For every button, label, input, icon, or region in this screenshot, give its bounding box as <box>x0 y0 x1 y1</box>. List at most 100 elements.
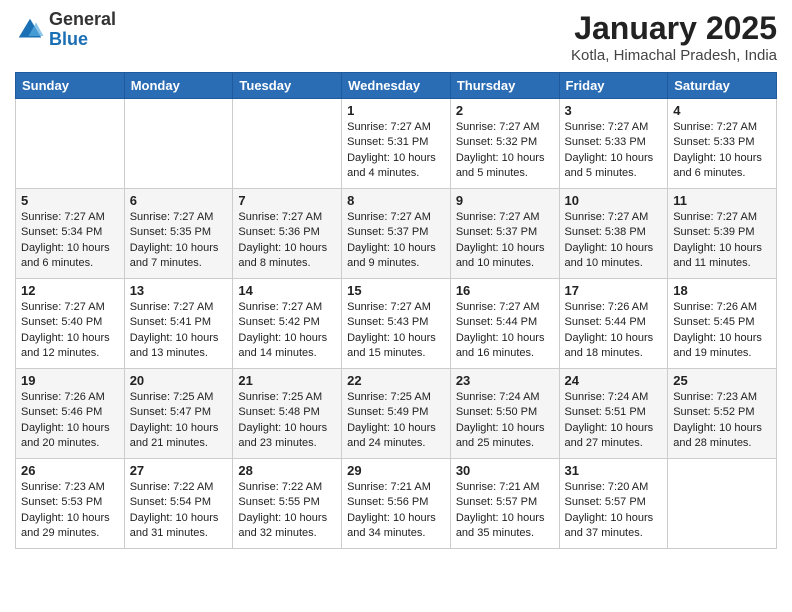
cell-line: Sunrise: 7:23 AM <box>21 480 119 495</box>
calendar-cell: 8 Sunrise: 7:27 AMSunset: 5:37 PMDaylight… <box>342 189 451 279</box>
day-number: 12 <box>21 283 119 298</box>
cell-content: Sunrise: 7:27 AMSunset: 5:37 PMDaylight:… <box>456 210 554 272</box>
day-header-saturday: Saturday <box>668 73 777 99</box>
cell-line: and 23 minutes. <box>238 436 336 451</box>
cell-content: Sunrise: 7:24 AMSunset: 5:51 PMDaylight:… <box>565 390 663 452</box>
cell-line: Daylight: 10 hours <box>565 241 663 256</box>
cell-line: Sunset: 5:50 PM <box>456 405 554 420</box>
calendar-table: SundayMondayTuesdayWednesdayThursdayFrid… <box>15 72 777 549</box>
day-number: 3 <box>565 103 663 118</box>
cell-line: Sunset: 5:32 PM <box>456 135 554 150</box>
cell-line: Sunset: 5:57 PM <box>565 495 663 510</box>
day-number: 29 <box>347 463 445 478</box>
day-header-monday: Monday <box>124 73 233 99</box>
day-number: 22 <box>347 373 445 388</box>
day-number: 25 <box>673 373 771 388</box>
cell-line: Sunset: 5:40 PM <box>21 315 119 330</box>
cell-line: and 27 minutes. <box>565 436 663 451</box>
cell-line: Daylight: 10 hours <box>347 241 445 256</box>
cell-line: and 15 minutes. <box>347 346 445 361</box>
cell-line: Sunrise: 7:24 AM <box>456 390 554 405</box>
cell-line: Daylight: 10 hours <box>565 511 663 526</box>
cell-line: Sunrise: 7:27 AM <box>238 300 336 315</box>
cell-line: and 7 minutes. <box>130 256 228 271</box>
cell-line: and 12 minutes. <box>21 346 119 361</box>
day-header-friday: Friday <box>559 73 668 99</box>
calendar-cell <box>668 459 777 549</box>
day-number: 18 <box>673 283 771 298</box>
cell-content: Sunrise: 7:27 AMSunset: 5:42 PMDaylight:… <box>238 300 336 362</box>
cell-line: and 37 minutes. <box>565 526 663 541</box>
cell-line: and 24 minutes. <box>347 436 445 451</box>
cell-line: Daylight: 10 hours <box>130 331 228 346</box>
cell-line: Sunrise: 7:27 AM <box>456 120 554 135</box>
calendar-cell: 5 Sunrise: 7:27 AMSunset: 5:34 PMDaylight… <box>16 189 125 279</box>
cell-line: Sunset: 5:48 PM <box>238 405 336 420</box>
day-number: 26 <box>21 463 119 478</box>
cell-content: Sunrise: 7:22 AMSunset: 5:54 PMDaylight:… <box>130 480 228 542</box>
cell-line: Sunset: 5:45 PM <box>673 315 771 330</box>
cell-line: Sunrise: 7:27 AM <box>130 300 228 315</box>
cell-line: and 4 minutes. <box>347 166 445 181</box>
cell-line: Sunrise: 7:27 AM <box>456 210 554 225</box>
cell-line: Sunset: 5:54 PM <box>130 495 228 510</box>
day-number: 30 <box>456 463 554 478</box>
cell-line: Daylight: 10 hours <box>565 421 663 436</box>
calendar-cell: 21Sunrise: 7:25 AMSunset: 5:48 PMDayligh… <box>233 369 342 459</box>
cell-line: and 28 minutes. <box>673 436 771 451</box>
cell-line: Sunrise: 7:27 AM <box>673 210 771 225</box>
cell-line: Sunset: 5:57 PM <box>456 495 554 510</box>
cell-line: Daylight: 10 hours <box>456 331 554 346</box>
cell-line: and 13 minutes. <box>130 346 228 361</box>
day-number: 4 <box>673 103 771 118</box>
day-number: 14 <box>238 283 336 298</box>
day-number: 8 <box>347 193 445 208</box>
calendar-cell: 15Sunrise: 7:27 AMSunset: 5:43 PMDayligh… <box>342 279 451 369</box>
calendar-cell <box>233 99 342 189</box>
calendar-cell: 30Sunrise: 7:21 AMSunset: 5:57 PMDayligh… <box>450 459 559 549</box>
cell-content: Sunrise: 7:27 AMSunset: 5:37 PMDaylight:… <box>347 210 445 272</box>
cell-line: Sunset: 5:33 PM <box>673 135 771 150</box>
calendar-week-row: 1Sunrise: 7:27 AMSunset: 5:31 PMDaylight… <box>16 99 777 189</box>
day-number: 31 <box>565 463 663 478</box>
title-block: January 2025 Kotla, Himachal Pradesh, In… <box>571 10 777 64</box>
cell-line: Sunrise: 7:26 AM <box>21 390 119 405</box>
cell-line: Sunset: 5:33 PM <box>565 135 663 150</box>
calendar-cell <box>16 99 125 189</box>
cell-line: and 35 minutes. <box>456 526 554 541</box>
cell-line: Sunrise: 7:27 AM <box>565 120 663 135</box>
calendar-cell: 26Sunrise: 7:23 AMSunset: 5:53 PMDayligh… <box>16 459 125 549</box>
day-header-tuesday: Tuesday <box>233 73 342 99</box>
calendar-cell: 3Sunrise: 7:27 AMSunset: 5:33 PMDaylight… <box>559 99 668 189</box>
cell-line: Sunrise: 7:24 AM <box>565 390 663 405</box>
cell-line: Sunset: 5:56 PM <box>347 495 445 510</box>
day-number: 19 <box>21 373 119 388</box>
cell-content: Sunrise: 7:26 AMSunset: 5:46 PMDaylight:… <box>21 390 119 452</box>
cell-line: Sunrise: 7:27 AM <box>21 210 119 225</box>
cell-content: Sunrise: 7:27 AMSunset: 5:32 PMDaylight:… <box>456 120 554 182</box>
cell-line: Sunset: 5:53 PM <box>21 495 119 510</box>
day-number: 9 <box>456 193 554 208</box>
month-title: January 2025 <box>571 10 777 47</box>
cell-line: Sunset: 5:51 PM <box>565 405 663 420</box>
cell-line: and 25 minutes. <box>456 436 554 451</box>
cell-line: Daylight: 10 hours <box>21 241 119 256</box>
cell-line: Daylight: 10 hours <box>21 421 119 436</box>
cell-content: Sunrise: 7:27 AMSunset: 5:40 PMDaylight:… <box>21 300 119 362</box>
cell-content: Sunrise: 7:27 AMSunset: 5:41 PMDaylight:… <box>130 300 228 362</box>
cell-line: Sunset: 5:41 PM <box>130 315 228 330</box>
calendar-cell <box>124 99 233 189</box>
cell-line: Sunrise: 7:25 AM <box>238 390 336 405</box>
calendar-cell: 23Sunrise: 7:24 AMSunset: 5:50 PMDayligh… <box>450 369 559 459</box>
cell-content: Sunrise: 7:27 AMSunset: 5:34 PMDaylight:… <box>21 210 119 272</box>
calendar-cell: 19 Sunrise: 7:26 AMSunset: 5:46 PMDayligh… <box>16 369 125 459</box>
cell-line: Daylight: 10 hours <box>238 241 336 256</box>
day-number: 5 <box>21 193 119 208</box>
day-number: 10 <box>565 193 663 208</box>
cell-line: Sunrise: 7:25 AM <box>130 390 228 405</box>
cell-line: Daylight: 10 hours <box>238 331 336 346</box>
cell-line: Sunset: 5:39 PM <box>673 225 771 240</box>
cell-line: Sunrise: 7:27 AM <box>565 210 663 225</box>
cell-content: Sunrise: 7:27 AMSunset: 5:44 PMDaylight:… <box>456 300 554 362</box>
calendar-cell: 9 Sunrise: 7:27 AMSunset: 5:37 PMDaylight… <box>450 189 559 279</box>
